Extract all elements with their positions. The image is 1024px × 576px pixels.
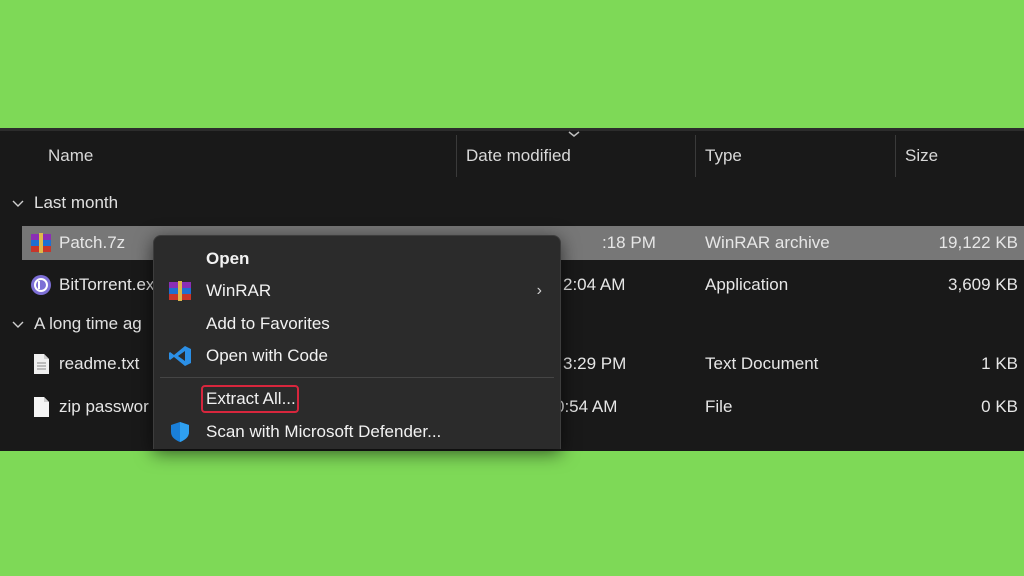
menu-item-label: Add to Favorites [206,314,330,333]
group-header-last-month[interactable]: Last month [12,191,118,215]
file-icon [34,397,49,417]
vscode-icon [169,346,191,366]
context-menu: Open WinRAR › Add to Favorites Open with… [153,235,561,449]
menu-item-label: Open [206,249,250,268]
menu-item-open[interactable]: Open [154,243,560,275]
file-size: 3,609 KB [948,275,1018,294]
column-divider[interactable] [456,135,457,177]
menu-item-add-to-favorites[interactable]: Add to Favorites [154,308,560,340]
menu-item-scan-defender[interactable]: Scan with Microsoft Defender... [154,416,560,448]
file-name: zip passwor [59,397,149,416]
file-size: 1 KB [981,354,1018,373]
file-size: 0 KB [981,397,1018,416]
winrar-archive-icon [31,233,51,253]
file-name: Patch.7z [59,233,126,252]
menu-divider [160,377,554,378]
file-date: :18 PM [602,233,656,252]
group-label: Last month [34,193,119,212]
group-header-long-time-ago[interactable]: A long time ag [12,312,142,336]
file-size: 19,122 KB [938,233,1018,252]
highlight-annotation-box [201,385,299,413]
winrar-icon [169,281,191,301]
file-date: 3:29 PM [563,354,627,373]
column-header-size[interactable]: Size [905,131,938,181]
column-divider[interactable] [695,135,696,177]
bittorrent-icon [31,275,51,295]
file-type: Application [705,275,789,294]
chevron-down-icon [12,312,28,336]
menu-item-label: Open with Code [206,346,328,365]
column-header-date[interactable]: Date modified [466,131,571,181]
menu-item-label: WinRAR [206,281,272,300]
column-header-row: Name Date modified Type Size [0,131,1024,181]
file-type: File [705,397,733,416]
menu-item-label: Scan with Microsoft Defender... [206,422,442,441]
text-file-icon [34,354,49,374]
menu-item-open-with-code[interactable]: Open with Code [154,340,560,372]
column-header-type[interactable]: Type [705,131,742,181]
file-date: 2:04 AM [563,275,626,294]
file-type: Text Document [705,354,819,373]
file-name: readme.txt [59,354,140,373]
chevron-down-icon [12,191,28,215]
file-type: WinRAR archive [705,233,830,252]
column-header-name[interactable]: Name [48,131,93,181]
defender-shield-icon [171,422,189,442]
file-date: 0:54 AM [555,397,618,416]
column-divider[interactable] [895,135,896,177]
file-name: BitTorrent.ex [59,275,155,294]
group-label: A long time ag [34,314,142,333]
menu-item-winrar[interactable]: WinRAR › [154,275,560,307]
chevron-right-icon: › [536,282,542,299]
